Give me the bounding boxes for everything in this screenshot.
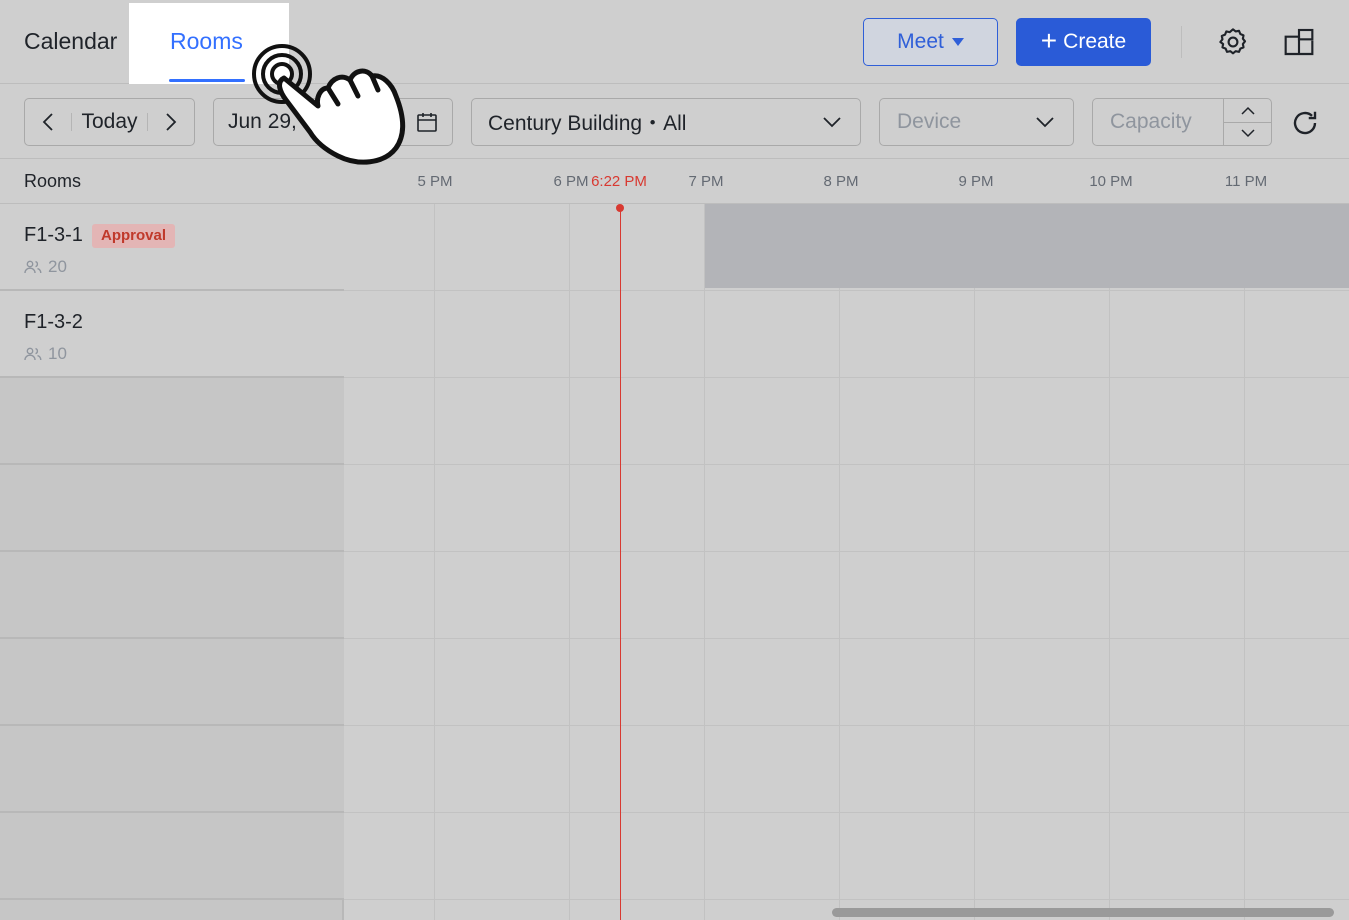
- chevron-down-icon: [1240, 129, 1255, 138]
- chevron-right-icon: [166, 113, 177, 131]
- empty-row: [0, 726, 344, 813]
- empty-row: [0, 552, 344, 639]
- room-capacity: 10: [24, 344, 67, 364]
- tab-active-underline: [169, 79, 245, 82]
- today-button[interactable]: Today: [71, 111, 148, 132]
- room-name: F1-3-1: [24, 224, 83, 246]
- chevron-up-icon: [1240, 106, 1255, 115]
- time-tick: 6 PM: [553, 173, 589, 190]
- grid-line: [344, 899, 1349, 900]
- meet-button[interactable]: Meet: [863, 18, 998, 66]
- room-row[interactable]: F1-3-2 10: [0, 291, 344, 378]
- hand-pointer-icon: [252, 44, 406, 165]
- people-icon: [24, 260, 42, 274]
- plus-icon: +: [1040, 24, 1058, 56]
- device-select[interactable]: Device: [879, 98, 1074, 146]
- grid-line: [344, 638, 1349, 639]
- unavailable-block: [704, 204, 1349, 288]
- chevron-down-icon: [823, 117, 841, 128]
- grid-line: [344, 812, 1349, 813]
- empty-row: [0, 378, 344, 465]
- capacity-stepper[interactable]: Capacity: [1092, 98, 1272, 146]
- empty-row: [0, 813, 344, 900]
- grid-line: [344, 377, 1349, 378]
- grid-line: [1244, 288, 1245, 920]
- time-tick: 7 PM: [688, 173, 724, 190]
- prev-day-button[interactable]: [25, 99, 71, 145]
- chevron-down-icon: [1036, 117, 1054, 128]
- create-button[interactable]: + Create: [1016, 18, 1151, 66]
- building-value: Century Building・All: [488, 112, 687, 135]
- horizontal-scrollbar[interactable]: [832, 908, 1334, 917]
- grid-line: [1109, 288, 1110, 920]
- current-time-line: [620, 207, 621, 920]
- window-icon[interactable]: [1283, 27, 1315, 57]
- approval-badge: Approval: [92, 224, 176, 248]
- grid-line: [974, 288, 975, 920]
- next-day-button[interactable]: [148, 99, 194, 145]
- room-row[interactable]: F1-3-1 Approval 20: [0, 204, 344, 291]
- capacity-placeholder: Capacity: [1110, 110, 1192, 133]
- room-name: F1-3-2: [24, 311, 83, 333]
- empty-row: [0, 465, 344, 552]
- meet-button-label: Meet: [897, 30, 944, 53]
- grid-line: [344, 290, 1349, 291]
- building-select[interactable]: Century Building・All: [471, 98, 861, 146]
- divider: [1181, 26, 1182, 58]
- time-tick: 10 PM: [1089, 173, 1133, 190]
- time-axis: 5 PM 6 PM 6:22 PM 7 PM 8 PM 9 PM 10 PM 1…: [344, 159, 1349, 204]
- room-capacity: 20: [24, 257, 67, 277]
- people-icon: [24, 347, 42, 361]
- grid-line: [839, 288, 840, 920]
- time-tick: 9 PM: [958, 173, 994, 190]
- grid-line: [344, 464, 1349, 465]
- stepper-controls: [1223, 99, 1271, 145]
- time-tick: 11 PM: [1224, 173, 1268, 190]
- tab-calendar[interactable]: Calendar: [24, 28, 117, 55]
- current-time-label: 6:22 PM: [591, 173, 647, 190]
- chevron-left-icon: [42, 113, 53, 131]
- tab-rooms[interactable]: Rooms: [170, 28, 243, 55]
- calendar-icon: [417, 113, 437, 132]
- capacity-value: 20: [48, 257, 67, 276]
- time-tick: 5 PM: [417, 173, 453, 190]
- create-button-label: Create: [1063, 30, 1127, 53]
- filter-toolbar: Today Jun 29, 2 Century Building・All Dev…: [0, 84, 1349, 159]
- refresh-icon[interactable]: [1290, 108, 1320, 138]
- room-schedule-grid: Rooms 5 PM 6 PM 6:22 PM 7 PM 8 PM 9 PM 1…: [0, 159, 1349, 920]
- capacity-value: 10: [48, 344, 67, 363]
- timeline-area[interactable]: [344, 204, 1349, 920]
- grid-line: [344, 725, 1349, 726]
- empty-row: [0, 639, 344, 726]
- increment-button[interactable]: [1224, 99, 1271, 123]
- caret-down-icon: [951, 38, 964, 46]
- current-time-dot: [616, 204, 624, 212]
- top-bar: Calendar Rooms Meet + Create: [0, 0, 1349, 84]
- decrement-button[interactable]: [1224, 123, 1271, 146]
- device-placeholder: Device: [897, 110, 962, 133]
- grid-line: [344, 551, 1349, 552]
- gear-icon[interactable]: [1217, 26, 1249, 58]
- date-navigator: Today: [24, 98, 195, 146]
- time-tick: 8 PM: [823, 173, 859, 190]
- room-list: F1-3-1 Approval 20 F1-3-2 10: [0, 204, 344, 920]
